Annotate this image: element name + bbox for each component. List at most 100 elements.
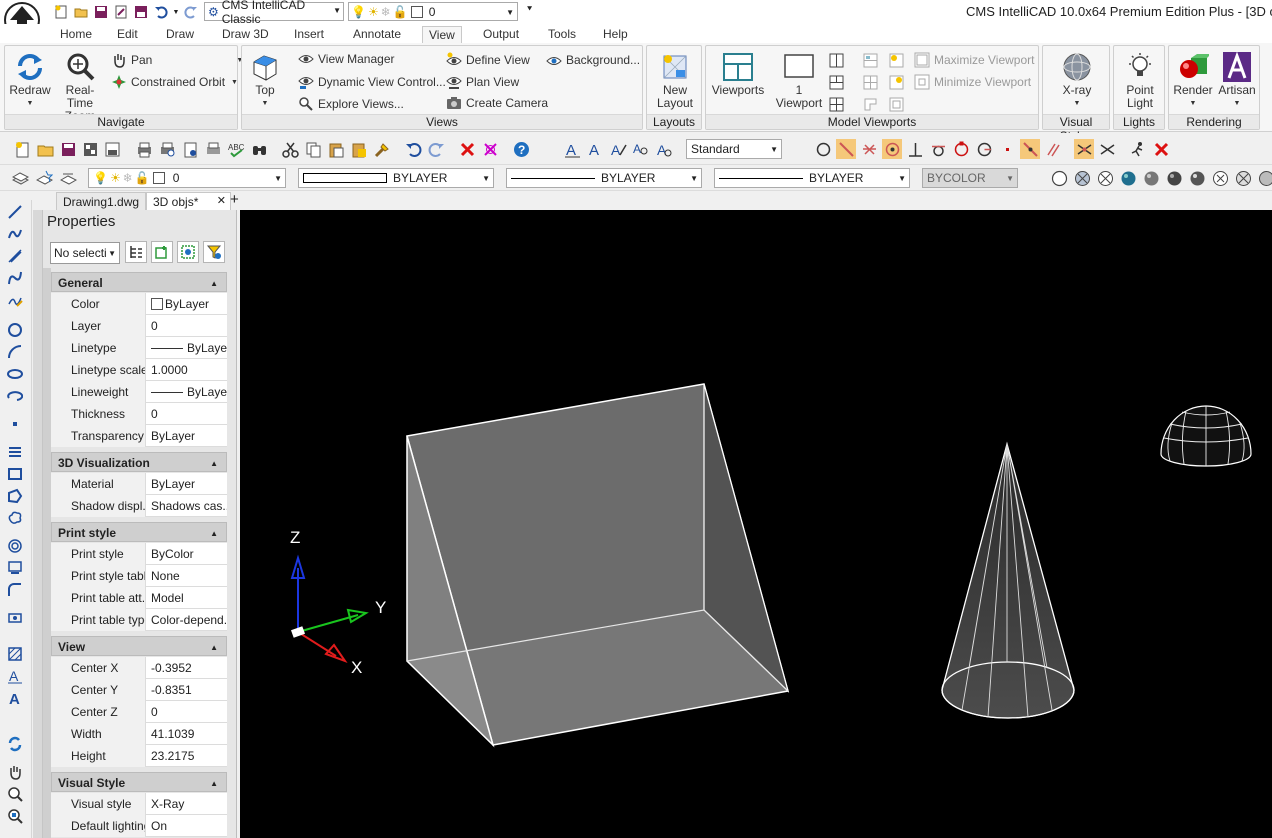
prop-row-layer[interactable]: Layer 0 xyxy=(51,315,227,337)
doc-tab-3d-objs[interactable]: 3D objs* ✕ xyxy=(146,192,231,210)
select-objects-button[interactable] xyxy=(151,241,173,263)
page-setup-icon[interactable] xyxy=(180,139,200,159)
tab-tools[interactable]: Tools xyxy=(542,26,582,43)
prop-value[interactable]: Shadows cas... xyxy=(147,495,227,517)
explore-views-button[interactable]: Explore Views... xyxy=(298,96,404,112)
viewport-object-icon[interactable] xyxy=(886,94,906,114)
snap-clear-icon[interactable] xyxy=(1151,139,1171,159)
print-preview-icon[interactable] xyxy=(157,139,177,159)
render-button[interactable]: Render ▼ xyxy=(1171,52,1215,110)
undo-dropdown-icon[interactable]: ▼ xyxy=(172,3,180,21)
edit-icon[interactable] xyxy=(112,3,130,21)
plan-view-button[interactable]: Plan View xyxy=(446,74,519,90)
cone-solid[interactable] xyxy=(941,441,1075,719)
tab-draw-3d[interactable]: Draw 3D xyxy=(216,26,275,43)
prop-row-center-z[interactable]: Center Z 0 xyxy=(51,701,227,723)
plotstyle-select[interactable]: BYLAYER ▼ xyxy=(714,168,910,188)
tab-view[interactable]: View xyxy=(422,26,462,43)
constrained-orbit-button[interactable]: Constrained Orbit ▼ xyxy=(111,74,238,90)
layer-select[interactable]: 💡 ☀ ❄ 🔓 0 ▼ xyxy=(88,168,286,188)
line-tool-icon[interactable] xyxy=(6,203,24,221)
tab-home[interactable]: Home xyxy=(54,26,98,43)
spline-tool-icon[interactable] xyxy=(6,269,24,287)
prop-row-default-lighting[interactable]: Default lighting On xyxy=(51,815,227,837)
paste-special-icon[interactable] xyxy=(349,139,369,159)
prop-value[interactable]: None xyxy=(147,565,227,587)
filter-button[interactable] xyxy=(203,241,225,263)
viewport-polygon-icon[interactable] xyxy=(860,94,880,114)
close-icon[interactable]: ✕ xyxy=(217,194,226,207)
dynamic-view-button[interactable]: Dynamic View Control... xyxy=(298,74,446,90)
tab-edit[interactable]: Edit xyxy=(111,26,144,43)
tab-draw[interactable]: Draw xyxy=(160,26,200,43)
visual-style-hidden-icon[interactable] xyxy=(1095,168,1115,188)
realtime-zoom-button[interactable]: Real-Time Zoom xyxy=(53,52,107,123)
point-tool-icon[interactable] xyxy=(6,415,24,433)
visual-style-2d-icon[interactable] xyxy=(1049,168,1069,188)
redo-icon[interactable] xyxy=(182,3,200,21)
prop-value[interactable]: ByLayer xyxy=(147,425,227,447)
prop-value[interactable]: On xyxy=(147,815,227,837)
viewport-scale-icon[interactable] xyxy=(886,72,906,92)
paste-icon[interactable] xyxy=(326,139,346,159)
snap-quadrant-icon[interactable] xyxy=(951,139,971,159)
prop-value[interactable]: ByColor xyxy=(147,543,227,565)
help-icon[interactable]: ? xyxy=(511,139,531,159)
prop-value[interactable]: -0.3952 xyxy=(147,657,227,679)
prop-value[interactable]: 1.0000 xyxy=(147,359,227,381)
layer-previous-icon[interactable] xyxy=(58,168,78,188)
snap-center-icon[interactable] xyxy=(882,139,902,159)
toggle-pickadd-button[interactable] xyxy=(125,241,147,263)
layer-manager-icon[interactable] xyxy=(10,168,30,188)
prop-row-linetype-scale[interactable]: Linetype scale 1.0000 xyxy=(51,359,227,381)
prop-row-width[interactable]: Width 41.1039 xyxy=(51,723,227,745)
save-icon[interactable] xyxy=(58,139,78,159)
category-visual-style[interactable]: Visual Style ▲ xyxy=(51,772,227,792)
prop-value[interactable]: 0 xyxy=(147,315,227,337)
hatch-tool-icon[interactable] xyxy=(6,443,24,461)
find-icon[interactable] xyxy=(249,139,269,159)
category-print-style[interactable]: Print style ▲ xyxy=(51,522,227,542)
redo-icon[interactable] xyxy=(426,139,446,159)
snap-parallel-icon[interactable] xyxy=(1043,139,1063,159)
prop-row-center-x[interactable]: Center X -0.3952 xyxy=(51,657,227,679)
prop-row-print-style[interactable]: Print style ByColor xyxy=(51,543,227,565)
revision-cloud-tool-icon[interactable] xyxy=(6,509,24,527)
category-view[interactable]: View ▲ xyxy=(51,636,227,656)
define-view-button[interactable]: Define View xyxy=(446,52,530,68)
tab-insert[interactable]: Insert xyxy=(288,26,330,43)
visual-style-gray-icon[interactable] xyxy=(1141,168,1161,188)
selection-select[interactable]: No selecti ▼ xyxy=(50,242,120,264)
save-as-icon[interactable] xyxy=(132,3,150,21)
visual-style-conceptual-icon[interactable] xyxy=(1187,168,1207,188)
category-3d-visualization[interactable]: 3D Visualization ▲ xyxy=(51,452,227,472)
prop-value[interactable]: -0.8351 xyxy=(147,679,227,701)
elliptical-arc-tool-icon[interactable] xyxy=(6,387,24,405)
doc-tab-drawing1[interactable]: Drawing1.dwg xyxy=(56,192,147,210)
prop-row-thickness[interactable]: Thickness 0 xyxy=(51,403,227,425)
text-icon[interactable]: A xyxy=(585,139,605,159)
prop-row-height[interactable]: Height 23.2175 xyxy=(51,745,227,767)
redraw-button[interactable]: Redraw ▼ xyxy=(9,52,51,110)
sketch-tool-icon[interactable] xyxy=(6,291,24,309)
customize-qa-icon[interactable]: ⯆ xyxy=(526,4,533,15)
zoom-icon[interactable] xyxy=(6,785,24,803)
prop-row-lineweight[interactable]: Lineweight ByLayer xyxy=(51,381,227,403)
point-light-button[interactable]: Point Light ▼ xyxy=(1116,52,1164,123)
mtext-tool-icon[interactable]: A xyxy=(6,667,24,685)
wipeout-tool-icon[interactable] xyxy=(6,559,24,577)
prop-value[interactable]: Model xyxy=(147,587,227,609)
pan-button[interactable]: Pan ▼ xyxy=(111,52,243,68)
hand-icon[interactable] xyxy=(6,763,24,781)
hemisphere-solid[interactable] xyxy=(1160,405,1252,467)
ellipse-tool-icon[interactable] xyxy=(6,365,24,383)
prop-row-print-table-type[interactable]: Print table type Color-depend... xyxy=(51,609,227,631)
layer-quick-select[interactable]: 💡 ☀ ❄ 🔓 0 ▼ xyxy=(348,2,518,21)
undo-icon[interactable] xyxy=(152,3,170,21)
prop-row-linetype[interactable]: Linetype ByLayer xyxy=(51,337,227,359)
viewport-clip-icon[interactable] xyxy=(886,50,906,70)
maximize-viewport-button[interactable]: Maximize Viewport xyxy=(914,52,1034,68)
fillet-tool-icon[interactable] xyxy=(6,581,24,599)
pdf-export-icon[interactable] xyxy=(102,139,122,159)
palette-grip[interactable] xyxy=(33,210,43,838)
